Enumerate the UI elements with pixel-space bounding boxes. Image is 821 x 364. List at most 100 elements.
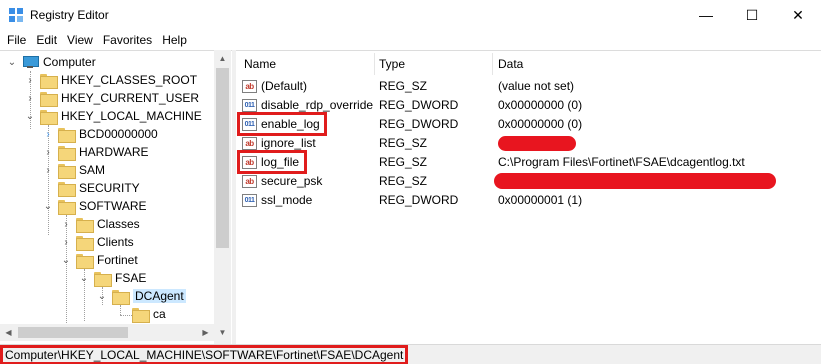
value-type: REG_DWORD xyxy=(379,193,459,207)
menu-view[interactable]: View xyxy=(62,30,98,50)
tree-item-label: Fortinet xyxy=(97,253,138,267)
chevron-down-icon[interactable]: ⌄ xyxy=(78,273,90,284)
folder-icon xyxy=(58,145,76,161)
chevron-down-icon[interactable]: ⌄ xyxy=(60,255,72,266)
folder-icon xyxy=(132,307,150,323)
value-row-default[interactable]: ab (Default) REG_SZ (value not set) xyxy=(236,77,821,96)
menu-bar: File Edit View Favorites Help xyxy=(0,30,821,50)
minimize-icon: — xyxy=(699,7,713,23)
tree-item-label: DCAgent xyxy=(133,289,186,303)
value-name: ssl_mode xyxy=(261,193,313,207)
folder-icon xyxy=(76,217,94,233)
column-divider[interactable] xyxy=(374,53,375,75)
scroll-thumb[interactable] xyxy=(18,327,128,338)
string-value-icon: ab xyxy=(242,175,257,188)
tree-item-label: FSAE xyxy=(115,271,147,285)
folder-icon xyxy=(94,271,112,287)
tree-item-label: SAM xyxy=(79,163,106,177)
chevron-right-icon[interactable]: › xyxy=(42,165,54,176)
chevron-right-icon[interactable]: › xyxy=(24,93,36,104)
tree-item-bcd[interactable]: › BCD00000000 xyxy=(42,125,158,143)
close-button[interactable]: ✕ xyxy=(775,0,821,30)
folder-icon xyxy=(76,235,94,251)
tree-vertical-scrollbar[interactable]: ▲ ▼ xyxy=(214,50,231,344)
folder-icon xyxy=(58,163,76,179)
chevron-right-icon[interactable]: › xyxy=(24,75,36,86)
chevron-down-icon[interactable]: ⌄ xyxy=(96,291,108,302)
value-type: REG_SZ xyxy=(379,136,428,150)
folder-icon xyxy=(58,199,76,215)
minimize-button[interactable]: — xyxy=(683,0,729,30)
tree-item-hkey-classes-root[interactable]: › HKEY_CLASSES_ROOT xyxy=(24,71,197,89)
string-value-icon: ab xyxy=(242,80,257,93)
scroll-right-icon[interactable]: ▶ xyxy=(197,324,214,341)
registry-editor-icon xyxy=(9,8,23,22)
value-data: 0x00000001 (1) xyxy=(498,193,583,207)
chevron-right-icon[interactable]: › xyxy=(42,147,54,158)
tree-item-hardware[interactable]: › HARDWARE xyxy=(42,143,149,161)
chevron-down-icon[interactable]: ⌄ xyxy=(42,201,54,212)
value-row-ssl-mode[interactable]: 011 ssl_mode REG_DWORD 0x00000001 (1) xyxy=(236,191,821,210)
tree-item-label: ca xyxy=(153,307,166,321)
chevron-down-icon[interactable]: ⌄ xyxy=(6,57,18,68)
scroll-thumb[interactable] xyxy=(216,68,229,248)
menu-favorites[interactable]: Favorites xyxy=(98,30,157,50)
maximize-icon: ☐ xyxy=(745,6,759,23)
chevron-down-icon[interactable]: ⌄ xyxy=(24,111,36,122)
value-data: 0x00000000 (0) xyxy=(498,98,583,112)
values-list: Name Type Data ab (Default) REG_SZ (valu… xyxy=(236,50,821,344)
chevron-right-icon[interactable]: › xyxy=(60,219,72,230)
computer-icon xyxy=(22,55,39,69)
highlight-box-enable-log xyxy=(237,112,327,136)
tree-item-label: Classes xyxy=(97,217,140,231)
column-header-data[interactable]: Data xyxy=(498,55,523,73)
folder-icon xyxy=(40,109,58,125)
value-row-log-file[interactable]: ab log_file REG_SZ C:\Program Files\Fort… xyxy=(236,153,821,172)
value-data: 0x00000000 (0) xyxy=(498,117,583,131)
chevron-right-icon[interactable]: › xyxy=(42,129,54,140)
tree-item-hkey-current-user[interactable]: › HKEY_CURRENT_USER xyxy=(24,89,199,107)
tree-item-security[interactable]: SECURITY xyxy=(42,179,140,197)
tree-item-label: HARDWARE xyxy=(79,145,149,159)
value-name: (Default) xyxy=(261,79,308,93)
redaction-mark xyxy=(498,136,576,151)
tree-horizontal-scrollbar[interactable]: ◀ ▶ xyxy=(0,324,214,341)
tree-item-classes[interactable]: › Classes xyxy=(60,215,140,233)
column-divider[interactable] xyxy=(492,53,493,75)
column-header-name[interactable]: Name xyxy=(244,55,276,73)
tree-item-hkey-local-machine[interactable]: ⌄ HKEY_LOCAL_MACHINE xyxy=(24,107,202,125)
status-bar: Computer\HKEY_LOCAL_MACHINE\SOFTWARE\For… xyxy=(0,344,821,364)
menu-help[interactable]: Help xyxy=(157,30,192,50)
tree-item-fortinet[interactable]: ⌄ Fortinet xyxy=(60,251,138,269)
column-header-type[interactable]: Type xyxy=(379,55,405,73)
tree-item-software[interactable]: ⌄ SOFTWARE xyxy=(42,197,147,215)
chevron-right-icon[interactable]: › xyxy=(60,237,72,248)
scroll-left-icon[interactable]: ◀ xyxy=(0,324,17,341)
folder-icon xyxy=(40,91,58,107)
scroll-down-icon[interactable]: ▼ xyxy=(214,324,231,341)
maximize-button[interactable]: ☐ xyxy=(729,0,775,30)
tree-item-ca[interactable]: ca xyxy=(132,305,166,323)
folder-icon xyxy=(76,253,94,269)
close-icon: ✕ xyxy=(792,6,804,23)
title-bar: Registry Editor — ☐ ✕ xyxy=(0,0,821,30)
tree-item-label: Clients xyxy=(97,235,134,249)
value-type: REG_SZ xyxy=(379,174,428,188)
binary-value-icon: 011 xyxy=(242,194,257,207)
tree-item-label: SECURITY xyxy=(79,181,140,195)
tree-connector xyxy=(120,305,121,315)
scroll-up-icon[interactable]: ▲ xyxy=(214,50,231,67)
tree-item-computer[interactable]: ⌄ Computer xyxy=(6,53,96,71)
redaction-mark xyxy=(494,173,776,189)
value-name: secure_psk xyxy=(261,174,323,188)
menu-edit[interactable]: Edit xyxy=(31,30,62,50)
tree-item-fsae[interactable]: ⌄ FSAE xyxy=(78,269,146,287)
value-data: (value not set) xyxy=(498,79,575,93)
menu-file[interactable]: File xyxy=(2,30,31,50)
tree-item-sam[interactable]: › SAM xyxy=(42,161,105,179)
folder-icon xyxy=(40,73,58,89)
tree-item-clients[interactable]: › Clients xyxy=(60,233,134,251)
registry-tree: ⌄ Computer › HKEY_CLASSES_ROOT › HKEY_CU… xyxy=(0,50,232,344)
folder-icon xyxy=(112,289,130,305)
tree-item-dcagent[interactable]: ⌄ DCAgent xyxy=(96,287,186,305)
